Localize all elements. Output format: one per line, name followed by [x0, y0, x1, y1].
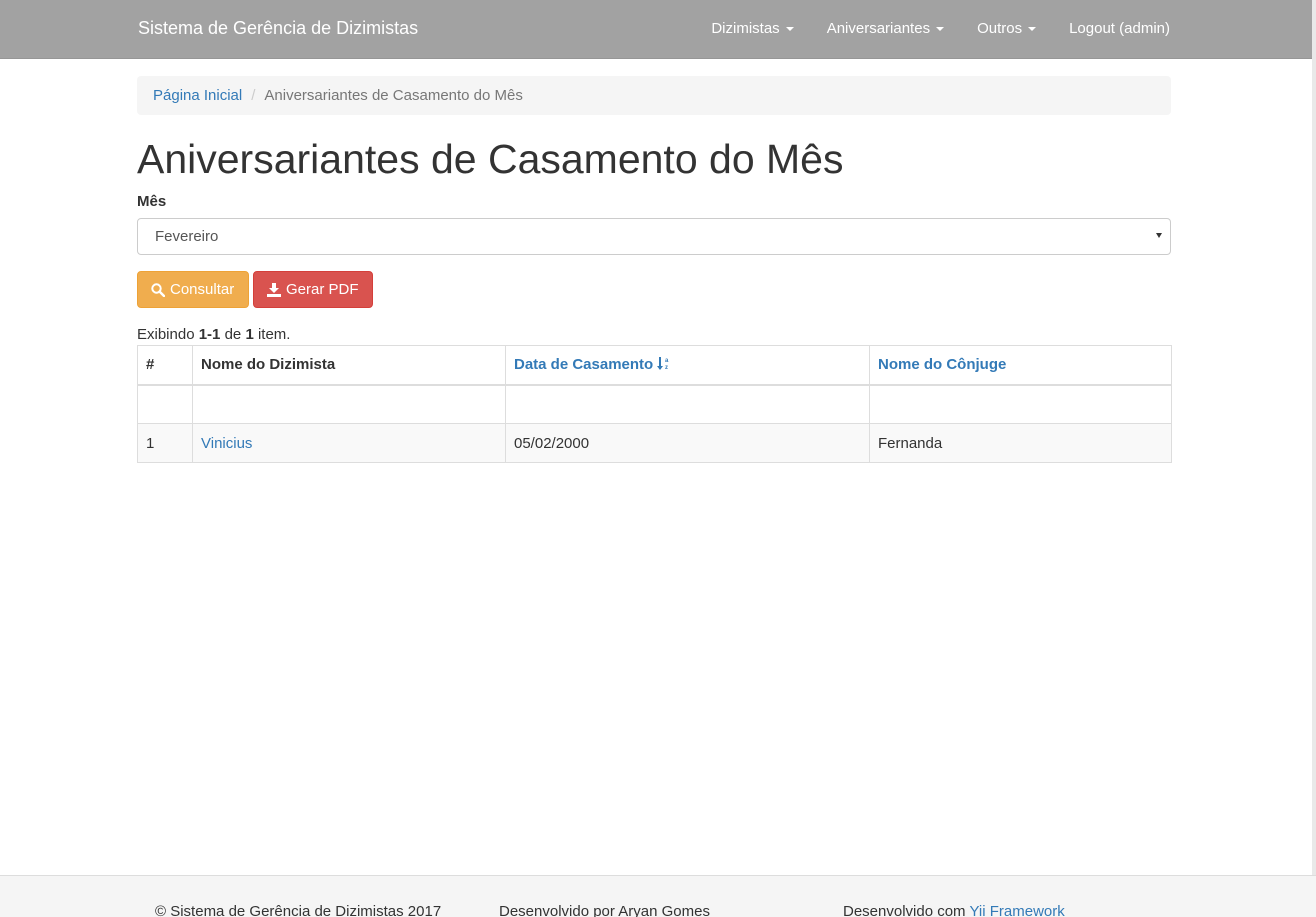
- sort-alpha-icon: a z: [657, 357, 669, 371]
- footer: © Sistema de Gerência de Dizimistas 2017…: [0, 875, 1316, 917]
- generate-pdf-button[interactable]: Gerar PDF: [253, 271, 373, 308]
- column-header-number: #: [137, 345, 193, 386]
- navbar: Sistema de Gerência de Dizimistas Dizimi…: [0, 0, 1316, 59]
- summary-prefix: Exibindo: [137, 326, 199, 343]
- chevron-down-icon: [1156, 233, 1162, 238]
- row-name-cell: Vinicius: [192, 423, 506, 463]
- filter-row: [137, 384, 1172, 424]
- nav-item-logout[interactable]: Logout (admin): [1069, 20, 1170, 38]
- summary-middle: de: [220, 326, 246, 343]
- nav-item-outros[interactable]: Outros: [977, 20, 1037, 38]
- breadcrumb-current: Aniversariantes de Casamento do Mês: [264, 86, 523, 104]
- nav-item-label: Dizimistas: [711, 20, 780, 37]
- caret-down-icon: [1028, 27, 1037, 31]
- download-icon: [267, 282, 281, 297]
- results-summary: Exibindo 1-1 de 1 item.: [137, 326, 290, 344]
- summary-suffix: item.: [253, 326, 291, 343]
- row-wedding-date: 05/02/2000: [505, 423, 870, 463]
- search-icon: [151, 282, 165, 297]
- footer-developer: Desenvolvido por Aryan Gomes: [499, 903, 710, 917]
- consult-button[interactable]: Consultar: [137, 271, 249, 308]
- filter-cell: [137, 384, 193, 424]
- month-select[interactable]: Fevereiro: [137, 218, 1171, 255]
- page-title: Aniversariantes de Casamento do Mês: [137, 136, 844, 182]
- summary-total: 1: [245, 326, 254, 343]
- breadcrumb-separator: /: [251, 86, 256, 104]
- column-header-spouse[interactable]: Nome do Cônjuge: [869, 345, 1172, 386]
- row-number: 1: [137, 423, 193, 463]
- month-label: Mês: [137, 193, 167, 210]
- table-header-row: # Nome do Dizimista Data de Casamento a …: [137, 345, 1172, 386]
- breadcrumb-home-link[interactable]: Página Inicial: [153, 87, 242, 105]
- caret-down-icon: [936, 27, 945, 31]
- nav-menu: Dizimistas Aniversariantes Outros Logout…: [678, 20, 1170, 38]
- scrollbar[interactable]: [1312, 0, 1316, 875]
- filter-cell: [869, 384, 1172, 424]
- nav-item-label: Logout (admin): [1069, 20, 1170, 37]
- column-header-name: Nome do Dizimista: [192, 345, 506, 386]
- breadcrumb: Página Inicial / Aniversariantes de Casa…: [137, 76, 1171, 115]
- nav-item-label: Aniversariantes: [826, 20, 931, 37]
- column-header-wedding-date[interactable]: Data de Casamento a z: [505, 345, 870, 386]
- footer-copyright: © Sistema de Gerência de Dizimistas 2017: [155, 903, 442, 917]
- generate-pdf-button-label: Gerar PDF: [286, 281, 359, 298]
- row-spouse-name: Fernanda: [869, 423, 1172, 463]
- yii-framework-link[interactable]: Yii Framework: [969, 903, 1064, 917]
- dizimista-name-link[interactable]: Vinicius: [201, 435, 252, 452]
- filter-cell: [505, 384, 870, 424]
- table-row: 1 Vinicius 05/02/2000 Fernanda: [137, 423, 1172, 463]
- filter-cell: [192, 384, 506, 424]
- month-select-value: Fevereiro: [155, 228, 219, 245]
- summary-range: 1-1: [198, 326, 221, 343]
- footer-built-with-prefix: Desenvolvido com: [843, 903, 970, 917]
- footer-built-with: Desenvolvido com Yii Framework: [843, 903, 1065, 917]
- svg-text:z: z: [665, 365, 668, 371]
- column-header-label: Data de Casamento: [514, 356, 654, 374]
- nav-item-label: Outros: [977, 20, 1023, 37]
- nav-item-aniversariantes[interactable]: Aniversariantes: [826, 20, 945, 38]
- nav-item-dizimistas[interactable]: Dizimistas: [711, 20, 794, 38]
- caret-down-icon: [785, 27, 794, 31]
- svg-text:a: a: [665, 358, 669, 364]
- results-table: # Nome do Dizimista Data de Casamento a …: [137, 345, 1172, 463]
- consult-button-label: Consultar: [170, 281, 235, 298]
- brand-link[interactable]: Sistema de Gerência de Dizimistas: [138, 18, 418, 38]
